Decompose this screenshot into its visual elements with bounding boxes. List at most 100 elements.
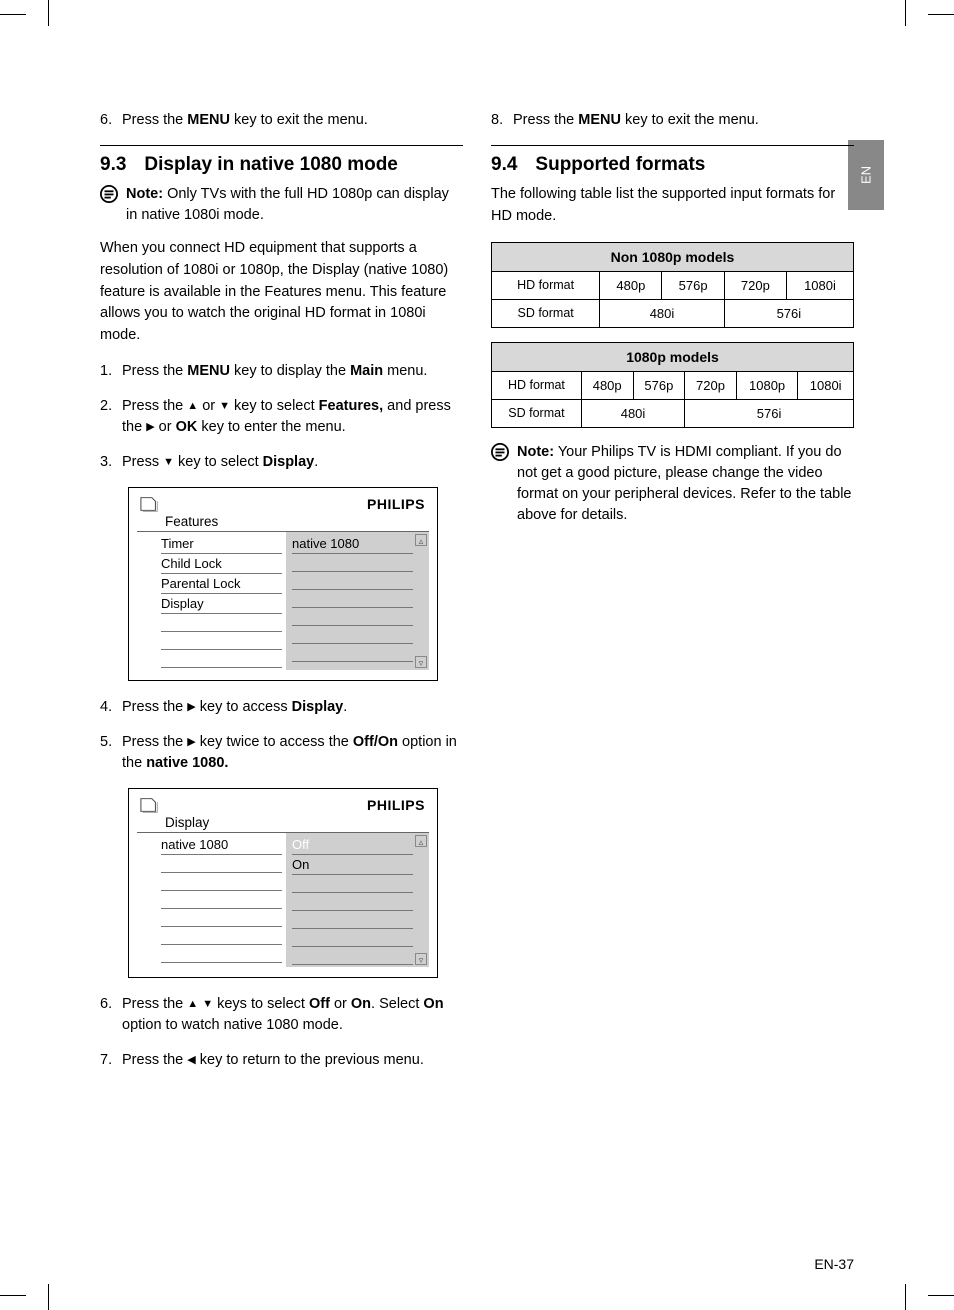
up-arrow-icon: ▲ <box>187 997 198 1013</box>
left-arrow-icon: ◀ <box>187 1053 195 1069</box>
text: menu. <box>383 363 427 379</box>
text: Press <box>122 454 163 470</box>
osd-right-pane: ▵ native 1080 ▿ <box>286 532 429 670</box>
ok-key: OK <box>176 419 198 435</box>
text: key to select <box>230 398 319 414</box>
down-arrow-icon: ▼ <box>219 399 230 415</box>
document-icon <box>139 494 161 514</box>
list-item: Timer <box>161 534 282 554</box>
step-2: 2. Press the ▲ or ▼ key to select Featur… <box>100 396 463 438</box>
section-title: Supported formats <box>535 154 705 176</box>
note-text: Only TVs with the full HD 1080p can disp… <box>126 186 449 223</box>
table-title: Non 1080p models <box>492 242 854 271</box>
step-5: 5. Press the ▶ key twice to access the O… <box>100 732 463 774</box>
text: or <box>155 419 176 435</box>
text: Press the <box>122 1052 187 1068</box>
step-7: 7. Press the ◀ key to return to the prev… <box>100 1050 463 1071</box>
text: key to return to the previous menu. <box>196 1052 424 1068</box>
main-key: Main <box>350 363 383 379</box>
text: Press the <box>122 734 187 750</box>
section-9-3-heading: 9.3 Display in native 1080 mode <box>100 154 463 176</box>
table-cell: 1080i <box>798 371 854 399</box>
list-item <box>161 855 282 873</box>
note-9-3: Note: Only TVs with the full HD 1080p ca… <box>100 184 463 226</box>
table-cell: 480i <box>600 299 724 327</box>
table-cell: 576p <box>662 271 724 299</box>
on-key: On <box>351 996 371 1012</box>
step-1: 1. Press the MENU key to display the Mai… <box>100 361 463 382</box>
text: key twice to access the <box>196 734 353 750</box>
page-number: EN-37 <box>814 1256 854 1272</box>
display-key: Display <box>292 699 344 715</box>
text: or <box>330 996 351 1012</box>
page-content: 6. Press the MENU key to exit the menu. … <box>60 70 894 1260</box>
table-cell: 576i <box>685 399 854 427</box>
note-label: Note: <box>126 186 163 202</box>
section-9-4-heading: 9.4 Supported formats <box>491 154 854 176</box>
text: key to access <box>196 699 292 715</box>
offon-key: Off/On <box>353 734 398 750</box>
step-8: 8. Press the MENU key to exit the menu. <box>491 110 854 131</box>
brand-label: PHILIPS <box>367 496 425 512</box>
paragraph-native-1080: When you connect HD equipment that suppo… <box>100 238 463 347</box>
osd-left-pane: Timer Child Lock Parental Lock Display <box>137 532 286 670</box>
scroll-down-icon: ▿ <box>415 953 427 965</box>
text: key to exit the menu. <box>621 112 759 128</box>
osd-left-pane: native 1080 <box>137 833 286 967</box>
down-arrow-icon: ▼ <box>202 997 213 1013</box>
text: . <box>314 454 318 470</box>
list-item <box>161 873 282 891</box>
paragraph-supported-formats: The following table list the supported i… <box>491 184 854 228</box>
up-arrow-icon: ▲ <box>187 399 198 415</box>
note-icon <box>491 443 509 461</box>
text: or <box>198 398 219 414</box>
left-column: 6. Press the MENU key to exit the menu. … <box>100 110 463 1085</box>
table-cell: 720p <box>724 271 786 299</box>
osd-display-menu: PHILIPS Display native 1080 ▵ <box>128 788 438 978</box>
right-column: 8. Press the MENU key to exit the menu. … <box>491 110 854 1085</box>
section-title: Display in native 1080 mode <box>144 154 397 176</box>
osd-features-menu: PHILIPS Features Timer Child Lock Parent… <box>128 487 438 681</box>
table-1080p: 1080p models HD format 480p 576p 720p 10… <box>491 342 854 428</box>
step-4: 4. Press the ▶ key to access Display. <box>100 697 463 718</box>
list-item-selected: Off <box>292 835 413 855</box>
text: . <box>343 699 347 715</box>
list-item: native 1080 <box>161 835 282 855</box>
text: key to display the <box>230 363 350 379</box>
text: . Select <box>371 996 423 1012</box>
text: option to watch native 1080 mode. <box>122 1017 343 1033</box>
list-item <box>161 650 282 668</box>
note-icon <box>100 185 118 203</box>
osd-title: Display <box>165 815 429 830</box>
table-title: 1080p models <box>492 342 854 371</box>
list-item: On <box>292 855 413 875</box>
osd-right-pane: ▵ Off On ▿ <box>286 833 429 967</box>
step-6: 6. Press the ▲ ▼ keys to select Off or O… <box>100 994 463 1036</box>
table-cell: 720p <box>685 371 737 399</box>
list-item <box>292 608 413 626</box>
row-label: HD format <box>492 271 600 299</box>
on-key: On <box>423 996 443 1012</box>
text: Press the <box>122 996 187 1012</box>
scroll-up-icon: ▵ <box>415 534 427 546</box>
table-cell: 480i <box>581 399 684 427</box>
menu-key: MENU <box>187 112 230 128</box>
list-item <box>292 626 413 644</box>
native1080-key: native 1080. <box>146 755 228 771</box>
list-item: Display <box>161 594 282 614</box>
text: Press the <box>122 398 187 414</box>
list-item <box>292 893 413 911</box>
text: Press the <box>513 112 578 128</box>
text: key to exit the menu. <box>230 112 368 128</box>
list-item <box>161 891 282 909</box>
section-number: 9.3 <box>100 154 126 176</box>
note-text: Your Philips TV is HDMI compliant. If yo… <box>517 444 851 523</box>
row-label: SD format <box>492 399 582 427</box>
list-item <box>292 644 413 662</box>
step-6-top: 6. Press the MENU key to exit the menu. <box>100 110 463 131</box>
menu-key: MENU <box>187 363 230 379</box>
list-item <box>161 909 282 927</box>
text: Press the <box>122 699 187 715</box>
off-key: Off <box>309 996 330 1012</box>
list-item <box>292 929 413 947</box>
